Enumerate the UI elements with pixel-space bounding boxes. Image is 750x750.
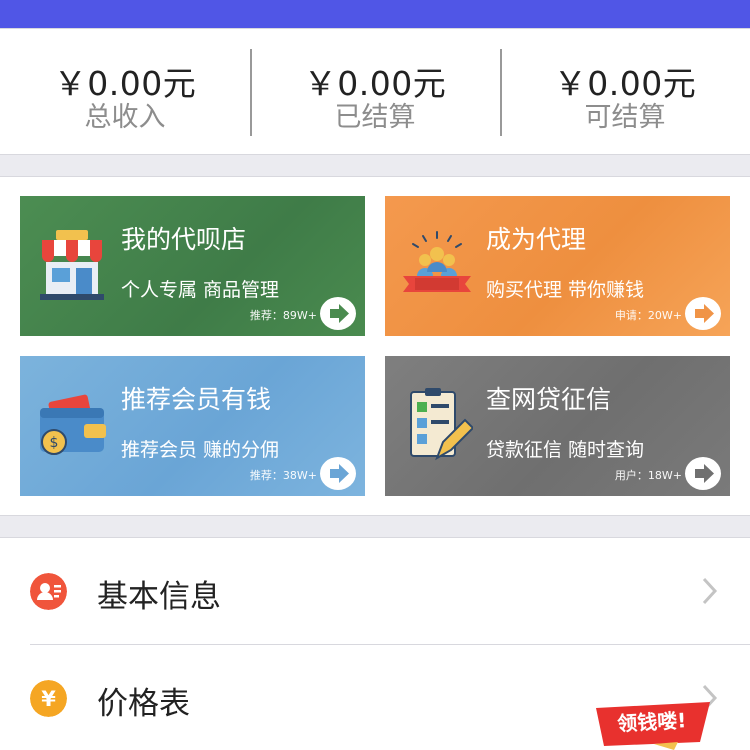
card-count: 推荐：89W+: [249, 309, 317, 322]
card-subtitle: 推荐会员 赚的分佣: [121, 439, 280, 461]
arrow-right-icon[interactable]: [685, 297, 721, 330]
stat-label: 可结算: [584, 102, 666, 133]
card-my-store[interactable]: 我的代呗店 个人专属 商品管理 推荐：89W+: [20, 196, 365, 336]
card-subtitle: 购买代理 带你赚钱: [486, 279, 645, 301]
profile-card-icon: [30, 573, 67, 610]
stat-label: 已结算: [334, 102, 416, 133]
card-count: 用户：18W+: [614, 469, 682, 482]
card-title: 我的代呗店: [121, 225, 247, 254]
chevron-right-icon: [702, 577, 718, 605]
card-count: 申请：20W+: [614, 309, 682, 322]
card-become-agent[interactable]: 成为代理 购买代理 带你赚钱 申请：20W+: [385, 196, 730, 336]
promo-badge[interactable]: 领钱喽!: [592, 698, 717, 750]
card-title: 推荐会员有钱: [121, 385, 272, 414]
svg-text:¥: ¥: [41, 687, 56, 711]
stat-label: 总收入: [84, 102, 166, 133]
arrow-right-icon[interactable]: [320, 457, 356, 490]
card-subtitle: 贷款征信 随时查询: [486, 439, 645, 461]
feature-cards: 我的代呗店 个人专属 商品管理 推荐：89W+ 成为代理 购买代理 带你赚钱 申…: [0, 176, 750, 516]
stat-settled[interactable]: ￥0.00元 已结算: [250, 29, 500, 156]
credit-report-icon: [410, 388, 473, 461]
promo-text: 领钱喽!: [617, 708, 687, 736]
svg-text:$: $: [50, 435, 59, 451]
menu-item-basic-info[interactable]: 基本信息: [0, 538, 750, 645]
card-title: 成为代理: [486, 225, 587, 254]
card-count: 推荐：38W+: [249, 469, 317, 482]
top-status-bar: [0, 0, 750, 28]
card-refer-member[interactable]: $ 推荐会员有钱 推荐会员 赚的分佣 推荐：38W+: [20, 356, 365, 496]
arrow-right-icon[interactable]: [320, 297, 356, 330]
stat-available[interactable]: ￥0.00元 可结算: [500, 29, 750, 156]
card-subtitle: 个人专属 商品管理: [121, 279, 280, 301]
arrow-right-icon[interactable]: [685, 457, 721, 490]
card-title: 查网贷征信: [486, 385, 612, 414]
stat-total-income[interactable]: ￥0.00元 总收入: [0, 29, 250, 156]
earnings-summary: ￥0.00元 总收入 ￥0.00元 已结算 ￥0.00元 可结算: [0, 28, 750, 155]
agent-team-icon: [403, 231, 471, 292]
wallet-icon: $: [40, 394, 106, 455]
storefront-icon: [40, 230, 104, 300]
menu-label: 基本信息: [97, 579, 221, 615]
menu-label: 价格表: [97, 686, 190, 722]
yuan-icon: ¥: [30, 680, 67, 717]
card-credit-check[interactable]: 查网贷征信 贷款征信 随时查询 用户：18W+: [385, 356, 730, 496]
